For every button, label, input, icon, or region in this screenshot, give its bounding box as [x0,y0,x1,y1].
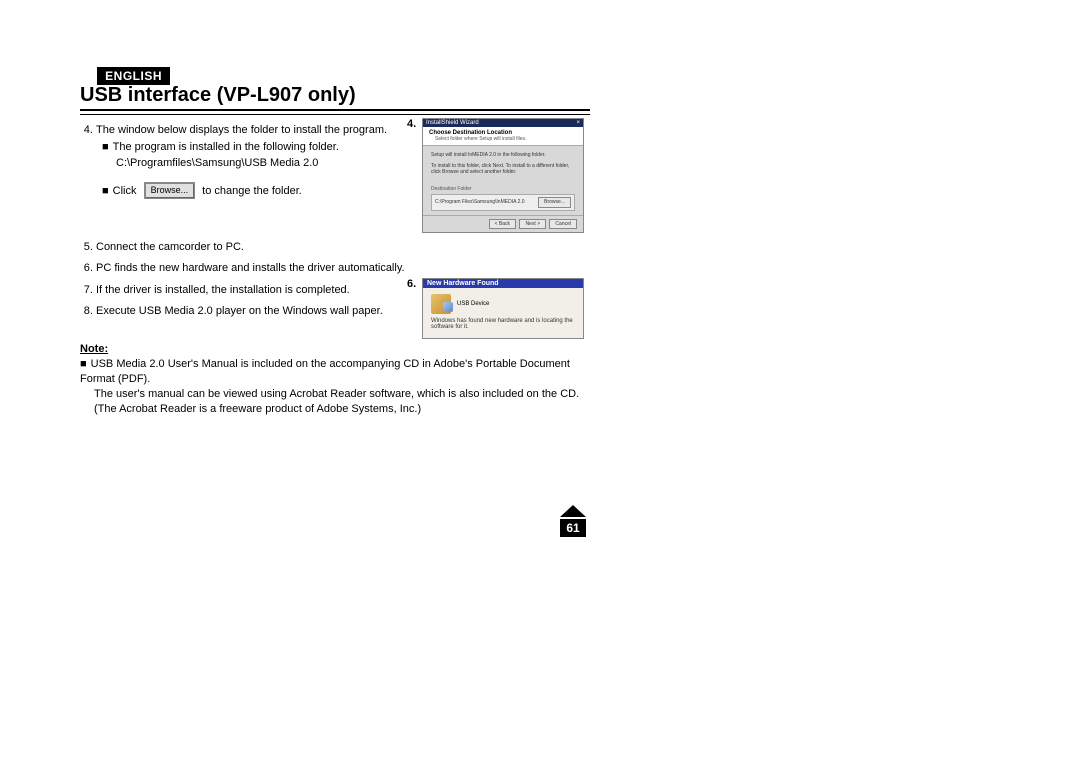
wizard-body1: Setup will install InMEDIA 2.0 in the fo… [431,152,575,159]
wizard-title-text: InstallShield Wizard [426,120,479,126]
page-title: USB interface (VP-L907 only) [80,84,610,109]
cancel-button[interactable]: Cancel [549,219,577,229]
note-heading: Note: [80,343,590,355]
page-number: 61 [560,519,586,537]
browse-button[interactable]: Browse... [144,182,196,199]
step-6: PC finds the new hardware and installs t… [96,261,610,276]
nhf-message: Windows has found new hardware and is lo… [423,316,583,338]
bullet-icon: ■ [80,357,87,372]
figure-4-label: 4. [407,118,416,130]
step-4-sub1-text: The program is installed in the followin… [113,141,339,153]
triangle-icon [560,505,586,517]
page-number-block: 61 [560,505,586,537]
note-body: ■USB Media 2.0 User's Manual is included… [80,357,590,416]
destination-folder-label: Destination Folder [431,186,575,193]
nhf-row: USB Device [423,288,583,316]
click-pre: Click [113,185,137,197]
click-post: to change the folder. [202,185,302,197]
installshield-wizard-dialog: InstallShield Wizard × Choose Destinatio… [422,118,584,233]
note-line1: USB Media 2.0 User's Manual is included … [80,358,570,385]
destination-pathbox: C:\Program Files\Samsung\InMEDIA 2.0 Bro… [431,194,575,211]
note-line3: (The Acrobat Reader is a freeware produc… [94,402,421,417]
bullet-icon: ■ [102,140,109,155]
bullet-icon: ■ [102,184,109,199]
hardware-icon [431,294,451,314]
step-4-text: The window below displays the folder to … [96,124,387,136]
title-rule [80,109,590,115]
nhf-titlebar: New Hardware Found [423,279,583,288]
back-button[interactable]: < Back [489,219,516,229]
wizard-titlebar: InstallShield Wizard × [423,119,583,127]
close-icon[interactable]: × [576,120,580,126]
note-block: Note: ■USB Media 2.0 User's Manual is in… [80,343,590,416]
note-line2: The user's manual can be viewed using Ac… [94,387,579,402]
next-button[interactable]: Next > [519,219,546,229]
language-label: ENGLISH [97,67,170,85]
wizard-subheading: Select folder where Setup will install f… [435,136,577,142]
nhf-device: USB Device [457,301,489,307]
wizard-browse-button[interactable]: Browse... [538,197,571,208]
wizard-body: Setup will install InMEDIA 2.0 in the fo… [423,146,583,215]
new-hardware-found-dialog: New Hardware Found USB Device Windows ha… [422,278,584,339]
wizard-body2: To install to this folder, click Next. T… [431,163,575,176]
wizard-footer: < Back Next > Cancel [423,215,583,232]
destination-path: C:\Program Files\Samsung\InMEDIA 2.0 [435,199,524,206]
figure-6-label: 6. [407,278,416,290]
wizard-header: Choose Destination Location Select folde… [423,127,583,146]
step-5: Connect the camcorder to PC. [96,240,610,255]
